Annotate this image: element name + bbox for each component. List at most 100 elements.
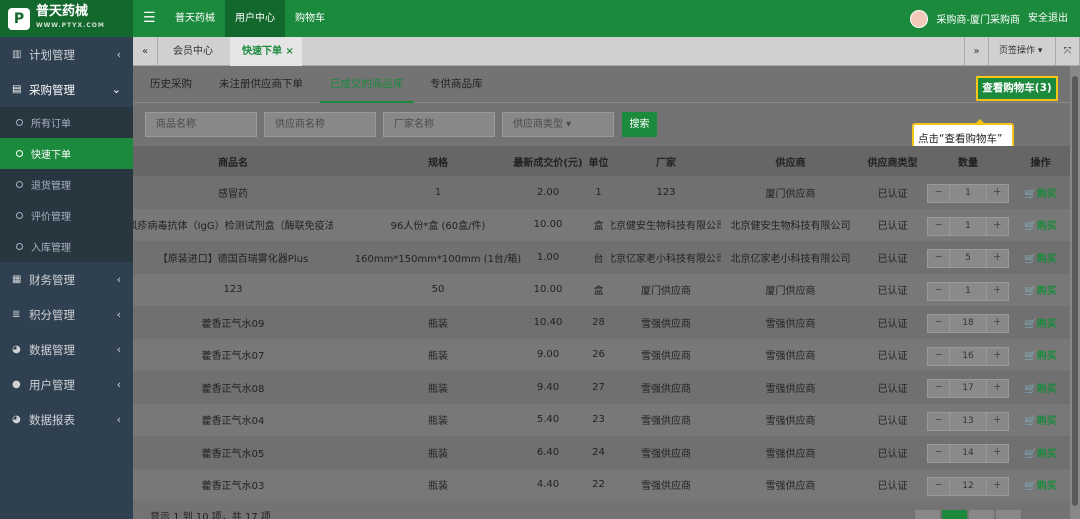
sidebar-sub-returns[interactable]: 退货管理 xyxy=(0,169,133,200)
minus-button[interactable]: － xyxy=(928,218,949,235)
topnav-home[interactable]: 普天药械 xyxy=(165,0,225,37)
supplier-type-select[interactable]: 供应商类型 ▾ xyxy=(502,112,614,137)
sidebar-item-purchase[interactable]: ▤ 采购管理 ⌄ xyxy=(0,72,133,107)
quantity-stepper[interactable]: － 1 ＋ xyxy=(927,281,1009,301)
plus-button[interactable]: ＋ xyxy=(987,413,1008,430)
sidebar-item-reports[interactable]: ◕ 数据报表 ‹ xyxy=(0,402,133,437)
logout-link[interactable]: 安全退出 xyxy=(1028,0,1068,37)
buy-button[interactable]: 🛒购买 xyxy=(1018,241,1063,274)
tab-member-center[interactable]: 会员中心 xyxy=(173,37,213,66)
sidebar-sub-stock-in[interactable]: 入库管理 xyxy=(0,231,133,262)
buy-button[interactable]: 🛒购买 xyxy=(1018,306,1063,339)
minus-button[interactable]: － xyxy=(928,380,949,397)
quantity-input[interactable]: 1 xyxy=(949,282,987,300)
minus-button[interactable]: － xyxy=(928,445,949,462)
table-cell: 藿香正气水05 xyxy=(201,448,265,460)
plus-button[interactable]: ＋ xyxy=(987,380,1008,397)
quantity-input[interactable]: 14 xyxy=(949,445,987,462)
table-cell: 26 xyxy=(592,349,605,361)
scrollbar[interactable] xyxy=(1070,66,1080,519)
subtab-history[interactable]: 历史采购 xyxy=(150,66,192,103)
minus-button[interactable]: － xyxy=(928,413,949,430)
buy-button[interactable]: 🛒购买 xyxy=(1018,469,1063,502)
quantity-stepper[interactable]: － 16 ＋ xyxy=(927,346,1009,366)
quantity-stepper[interactable]: － 18 ＋ xyxy=(927,314,1009,333)
quantity-stepper[interactable]: － 1 ＋ xyxy=(927,184,1009,203)
quantity-input[interactable]: 17 xyxy=(949,380,987,397)
sidebar-item-finance[interactable]: ▦ 财务管理 ‹ xyxy=(0,262,133,297)
tab-prev-button[interactable]: « xyxy=(133,37,158,66)
user-menu[interactable]: 采购商-厦门采购商 xyxy=(910,0,1020,37)
quantity-input[interactable]: 1 xyxy=(949,185,987,202)
page-ops-dropdown[interactable]: 页签操作 ▾ xyxy=(999,37,1042,66)
subtab-exclusive[interactable]: 专供商品库 xyxy=(430,66,483,103)
sidebar-item-label: 积分管理 xyxy=(29,307,75,322)
page-prev[interactable] xyxy=(915,510,940,519)
page-1[interactable] xyxy=(942,510,967,519)
logo[interactable]: P 普天药械 WWW.PTYX.COM xyxy=(0,0,133,37)
fullscreen-icon[interactable]: ⤧ xyxy=(1055,37,1080,66)
plus-button[interactable]: ＋ xyxy=(987,218,1008,235)
quantity-input[interactable]: 1 xyxy=(949,217,987,235)
table-cell: 10.00 xyxy=(533,284,563,296)
quantity-stepper[interactable]: － 12 ＋ xyxy=(927,476,1009,496)
quantity-stepper[interactable]: － 5 ＋ xyxy=(927,249,1009,268)
tab-quick-order[interactable]: 快速下单 × xyxy=(230,37,302,66)
quantity-input[interactable]: 16 xyxy=(949,347,987,365)
minus-button[interactable]: － xyxy=(928,315,949,332)
buy-button[interactable]: 🛒购买 xyxy=(1018,209,1063,242)
chevron-left-icon: ‹ xyxy=(116,378,121,391)
sidebar-item-data[interactable]: ◕ 数据管理 ‹ xyxy=(0,332,133,367)
quantity-input[interactable]: 18 xyxy=(949,315,987,332)
sidebar-sub-reviews[interactable]: 评价管理 xyxy=(0,200,133,231)
minus-button[interactable]: － xyxy=(928,283,949,300)
topnav-cart[interactable]: 购物车 xyxy=(285,0,335,37)
page-next[interactable] xyxy=(996,510,1021,519)
product-name-input[interactable]: 商品名称 xyxy=(145,112,257,137)
sidebar-sub-label: 所有订单 xyxy=(31,119,71,130)
subtab-completed[interactable]: 已成交的商品库 xyxy=(320,66,414,103)
sidebar-sub-all-orders[interactable]: 所有订单 xyxy=(0,107,133,138)
plus-button[interactable]: ＋ xyxy=(987,250,1008,267)
sidebar-item-points[interactable]: ≣ 积分管理 ‹ xyxy=(0,297,133,332)
subtab-unregistered[interactable]: 未注册供应商下单 xyxy=(219,66,303,103)
quantity-stepper[interactable]: － 14 ＋ xyxy=(927,444,1009,463)
tab-next-button[interactable]: » xyxy=(964,37,989,66)
supplier-name-input[interactable]: 供应商名称 xyxy=(264,112,376,137)
sidebar-item-users[interactable]: ● 用户管理 ‹ xyxy=(0,367,133,402)
buy-button[interactable]: 🛒购买 xyxy=(1018,436,1063,469)
quantity-input[interactable]: 12 xyxy=(949,477,987,495)
plus-button[interactable]: ＋ xyxy=(987,185,1008,202)
quantity-input[interactable]: 5 xyxy=(949,250,987,267)
quantity-stepper[interactable]: － 13 ＋ xyxy=(927,411,1009,431)
table-row: 藿香正气水09 瓶装 10.40 28 雪强供应商 雪强供应商 已认证 － 18 ＋ 🛒购买 xyxy=(133,306,1070,339)
plus-button[interactable]: ＋ xyxy=(987,283,1008,300)
maker-name-input[interactable]: 厂家名称 xyxy=(383,112,495,137)
sidebar-sub-quick-order[interactable]: 快速下单 xyxy=(0,138,133,169)
minus-button[interactable]: － xyxy=(928,185,949,202)
sidebar-item-plan[interactable]: ▥ 计划管理 ‹ xyxy=(0,37,133,72)
quantity-stepper[interactable]: － 1 ＋ xyxy=(927,216,1009,236)
buy-button[interactable]: 🛒购买 xyxy=(1018,339,1063,372)
menu-icon[interactable]: ☰ xyxy=(143,10,156,26)
quantity-stepper[interactable]: － 17 ＋ xyxy=(927,379,1009,398)
table-cell: 24 xyxy=(592,446,605,458)
buy-button[interactable]: 🛒购买 xyxy=(1018,274,1063,307)
search-button[interactable]: 搜索 xyxy=(622,112,657,137)
buy-button[interactable]: 🛒购买 xyxy=(1018,371,1063,404)
minus-button[interactable]: － xyxy=(928,478,949,495)
plus-button[interactable]: ＋ xyxy=(987,478,1008,495)
scrollbar-thumb[interactable] xyxy=(1072,76,1078,506)
minus-button[interactable]: － xyxy=(928,250,949,267)
close-icon[interactable]: × xyxy=(285,46,293,57)
buy-button[interactable]: 🛒购买 xyxy=(1018,404,1063,437)
buy-button[interactable]: 🛒购买 xyxy=(1018,176,1063,209)
page-2[interactable] xyxy=(969,510,994,519)
plus-button[interactable]: ＋ xyxy=(987,348,1008,365)
quantity-input[interactable]: 13 xyxy=(949,412,987,430)
view-cart-button[interactable]: 查看购物车(3) xyxy=(976,76,1058,101)
minus-button[interactable]: － xyxy=(928,348,949,365)
plus-button[interactable]: ＋ xyxy=(987,445,1008,462)
topnav-user-center[interactable]: 用户中心 xyxy=(225,0,285,37)
plus-button[interactable]: ＋ xyxy=(987,315,1008,332)
